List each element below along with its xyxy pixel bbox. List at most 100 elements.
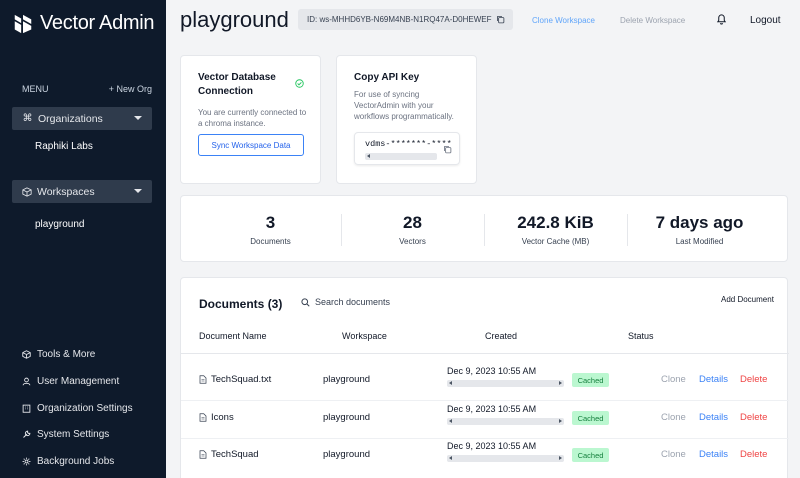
workspace-id-text: ID: ws-MHHD6YB-N69M4NB-N1RQ47A-D0HEWEF	[307, 15, 492, 24]
details-button[interactable]: Details	[699, 412, 728, 423]
user-icon	[22, 377, 31, 386]
chevron-down-icon	[134, 116, 142, 120]
stat-cache: 242.8 KiB Vector Cache (MB)	[483, 196, 628, 263]
sidebar-item-tools[interactable]: Tools & More	[22, 349, 95, 360]
status-badge: Cached	[572, 448, 609, 462]
documents-count: (3)	[267, 297, 283, 311]
sidebar-item-playground[interactable]: playground	[35, 219, 84, 230]
details-button[interactable]: Details	[699, 449, 728, 460]
col-header-status: Status	[628, 331, 654, 341]
api-key-scrollbar[interactable]	[365, 153, 437, 160]
stat-cache-label: Vector Cache (MB)	[521, 237, 590, 246]
organizations-label: Organizations	[38, 112, 103, 125]
stat-modified-value: 7 days ago	[655, 213, 744, 232]
table-row: TechSquad.txt playground Dec 9, 2023 10:…	[181, 363, 789, 401]
details-button[interactable]: Details	[699, 374, 728, 385]
logo-icon	[14, 14, 32, 33]
workspace-stats: 3 Documents 28 Vectors 242.8 KiB Vector …	[180, 195, 788, 262]
status-badge: Cached	[572, 373, 609, 387]
sidebar-item-org-settings[interactable]: Organization Settings	[22, 403, 133, 414]
created-scrollbar[interactable]	[447, 418, 564, 425]
stat-documents: 3 Documents	[198, 196, 343, 263]
connection-description: You are currently connected to a chroma …	[198, 108, 307, 128]
documents-title-text: Documents	[199, 297, 265, 311]
delete-button[interactable]: Delete	[740, 412, 767, 423]
delete-workspace-button[interactable]: Delete Workspace	[620, 16, 685, 25]
delete-button[interactable]: Delete	[740, 449, 767, 460]
cube-icon	[22, 350, 31, 359]
workspaces-dropdown[interactable]: Workspaces	[12, 180, 152, 203]
sync-workspace-button[interactable]: Sync Workspace Data	[198, 134, 304, 156]
created-scrollbar[interactable]	[447, 380, 564, 387]
document-workspace: playground	[323, 412, 371, 423]
sidebar-item-raphiki-labs[interactable]: Raphiki Labs	[35, 141, 93, 152]
sidebar-item-users[interactable]: User Management	[22, 376, 119, 387]
document-name[interactable]: TechSquad	[199, 449, 259, 460]
building-icon	[22, 404, 31, 413]
header-divider	[181, 353, 789, 354]
workspaces-label: Workspaces	[37, 185, 95, 198]
search-documents[interactable]: Search documents	[301, 297, 390, 307]
copy-icon[interactable]	[496, 15, 505, 24]
file-icon	[199, 450, 207, 459]
document-name[interactable]: Icons	[199, 412, 234, 423]
document-name[interactable]: TechSquad.txt	[199, 374, 271, 385]
clone-button[interactable]: Clone	[661, 374, 686, 385]
menu-header: MENU + New Org	[22, 84, 152, 94]
bell-icon[interactable]	[716, 13, 727, 25]
sidebar-item-system-settings[interactable]: System Settings	[22, 429, 109, 440]
wrench-icon	[23, 430, 31, 438]
stat-vectors-label: Vectors	[399, 237, 426, 246]
document-created: Dec 9, 2023 10:55 AM	[447, 366, 537, 376]
tools-label: Tools & More	[37, 349, 96, 360]
created-scrollbar[interactable]	[447, 455, 564, 462]
system-settings-label: System Settings	[37, 429, 110, 440]
clone-button[interactable]: Clone	[661, 449, 686, 460]
copy-icon[interactable]	[443, 145, 452, 154]
stat-documents-label: Documents	[250, 237, 291, 246]
check-circle-icon	[295, 79, 304, 88]
document-created: Dec 9, 2023 10:55 AM	[447, 441, 537, 451]
organizations-dropdown[interactable]: ⌘ Organizations	[12, 107, 152, 130]
search-input[interactable]: Search documents	[315, 297, 390, 307]
api-key-field[interactable]: vdms-*******-****	[354, 132, 460, 165]
command-icon: ⌘	[22, 113, 33, 124]
stat-modified-label: Last Modified	[675, 237, 724, 246]
logout-button[interactable]: Logout	[750, 15, 781, 26]
delete-button[interactable]: Delete	[740, 374, 767, 385]
users-label: User Management	[37, 376, 120, 387]
stat-vectors: 28 Vectors	[340, 196, 485, 263]
org-settings-label: Organization Settings	[37, 403, 133, 414]
workspace-id-copy[interactable]: ID: ws-MHHD6YB-N69M4NB-N1RQ47A-D0HEWEF	[298, 9, 513, 30]
connection-title: Vector Database Connection	[198, 72, 276, 97]
sidebar: Vector Admin MENU + New Org ⌘ Organizati…	[0, 0, 166, 478]
file-icon	[199, 413, 207, 422]
documents-panel: Documents (3) Search documents Add Docum…	[180, 277, 789, 478]
stat-modified: 7 days ago Last Modified	[627, 196, 772, 263]
box-icon	[22, 186, 32, 197]
gear-icon	[22, 457, 31, 466]
documents-title: Documents (3)	[199, 297, 282, 311]
col-header-created: Created	[485, 331, 518, 341]
api-key-value: vdms-*******-****	[365, 139, 452, 149]
stat-documents-value: 3	[265, 213, 276, 232]
col-header-workspace: Workspace	[342, 331, 387, 341]
clone-workspace-button[interactable]: Clone Workspace	[532, 16, 595, 25]
table-row: Icons playground Dec 9, 2023 10:55 AM Ca…	[181, 401, 789, 439]
document-workspace: playground	[323, 449, 371, 460]
status-badge: Cached	[572, 411, 609, 425]
vector-db-connection-card: Vector Database Connection You are curre…	[180, 55, 321, 184]
sidebar-item-background-jobs[interactable]: Background Jobs	[22, 456, 114, 467]
app-logo[interactable]: Vector Admin	[12, 12, 155, 35]
document-created: Dec 9, 2023 10:55 AM	[447, 404, 537, 414]
add-document-button[interactable]: Add Document	[721, 295, 774, 304]
app-name: Vector Admin	[40, 12, 155, 34]
chevron-down-icon	[134, 189, 142, 193]
api-key-title: Copy API Key	[354, 72, 420, 83]
clone-button[interactable]: Clone	[661, 412, 686, 423]
menu-label: MENU	[22, 84, 49, 94]
search-icon	[301, 297, 310, 307]
col-header-name: Document Name	[199, 331, 267, 341]
new-org-button[interactable]: + New Org	[109, 84, 152, 94]
background-jobs-label: Background Jobs	[37, 456, 115, 467]
